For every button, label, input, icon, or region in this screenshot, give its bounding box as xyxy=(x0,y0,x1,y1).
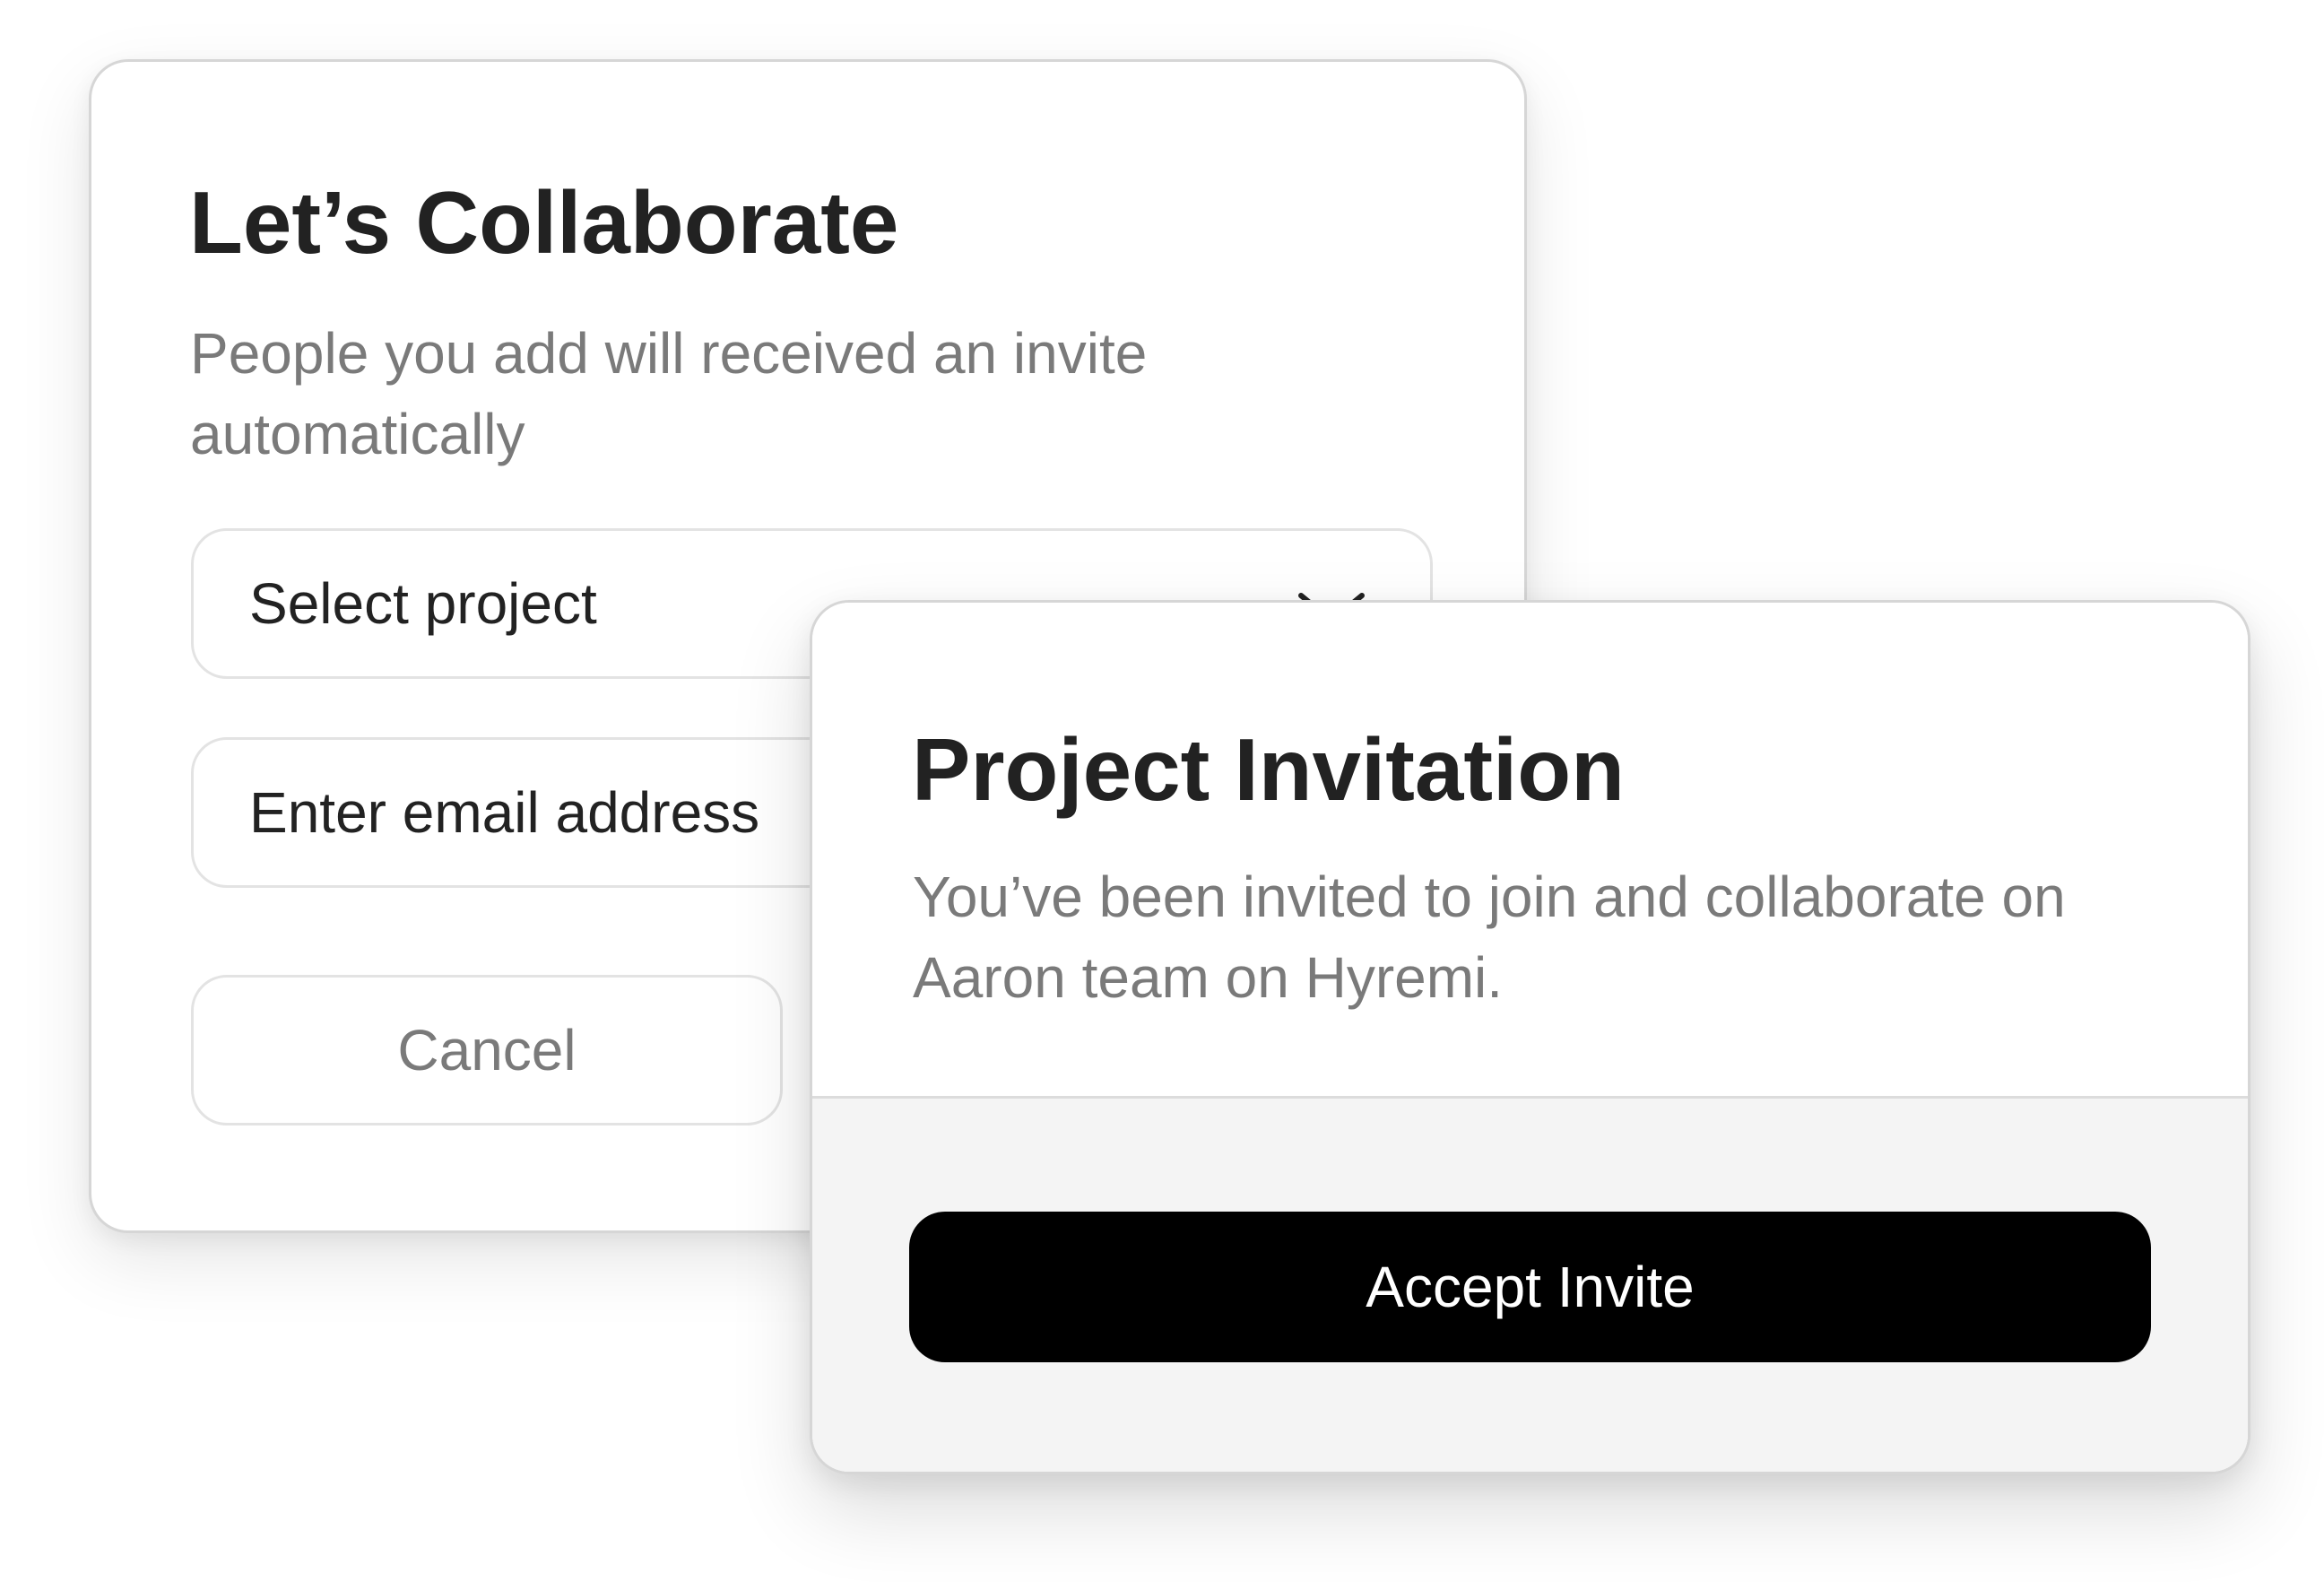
invitation-message: You’ve been invited to join and collabor… xyxy=(913,865,2066,1010)
invitation-title: Project Invitation xyxy=(912,720,1626,819)
invitation-header: Project Invitation You’ve been invited t… xyxy=(812,603,2248,1099)
email-input-placeholder: Enter email address xyxy=(249,780,760,845)
project-select-value: Select project xyxy=(249,571,597,636)
cancel-button[interactable]: Cancel xyxy=(191,975,783,1126)
accept-invite-button[interactable]: Accept Invite xyxy=(909,1212,2151,1362)
collaborate-subtitle: People you add will received an invite a… xyxy=(190,321,1148,466)
collaborate-title: Let’s Collaborate xyxy=(189,173,899,272)
